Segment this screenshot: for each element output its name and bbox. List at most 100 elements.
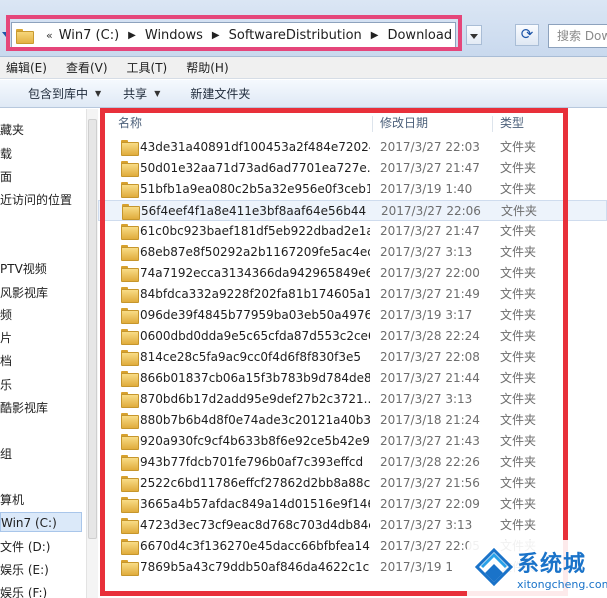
file-modified-date: 2017/3/18 21:24 xyxy=(380,413,480,427)
table-row[interactable]: 0600dbd0dda9e5c65cfda87d553c2ce6 2017/3/2… xyxy=(98,326,607,347)
column-header-type[interactable]: 类型 xyxy=(500,112,524,134)
table-row[interactable]: 814ce28c5fa9ac9cc0f4d6f8f830f3e5 2017/3/2… xyxy=(98,347,607,368)
table-row[interactable]: 880b7b6b4d8f0e74ade3c20121a40b37 2017/3/1… xyxy=(98,410,607,431)
nav-item-videos[interactable]: 频 xyxy=(0,305,12,325)
file-name: 6670d4c3f136270e45dacc66bfbfea14 xyxy=(140,539,370,553)
file-name: 61c0bc923baef181df5eb922dbad2e1a xyxy=(140,224,370,238)
file-modified-date: 2017/3/27 22:06 xyxy=(381,204,481,218)
folder-icon xyxy=(121,518,139,534)
chevron-right-icon[interactable]: ▶ xyxy=(128,30,136,41)
nav-item-drive-d[interactable]: 文件 (D:) xyxy=(0,537,50,557)
nav-item-baofeng-video-library[interactable]: 风影视库 xyxy=(0,283,48,303)
file-modified-date: 2017/3/27 21:44 xyxy=(380,371,480,385)
nav-item-documents[interactable]: 档 xyxy=(0,351,12,371)
breadcrumb-drive[interactable]: Win7 (C:) xyxy=(59,28,119,43)
nav-item-favorites[interactable]: 藏夹 xyxy=(0,120,24,140)
breadcrumb-windows[interactable]: Windows xyxy=(145,28,203,43)
column-header-row: 名称 修改日期 类型 xyxy=(98,112,607,134)
nav-scrollbar-thumb[interactable] xyxy=(88,119,97,539)
nav-item-music[interactable]: 乐 xyxy=(0,375,12,395)
file-type: 文件夹 xyxy=(500,392,537,406)
nav-item-recent-places[interactable]: 近访问的位置 xyxy=(0,190,72,210)
file-name: 74a7192ecca3134366da942965849e6a xyxy=(140,266,370,280)
file-name: 880b7b6b4d8f0e74ade3c20121a40b37 xyxy=(140,413,370,427)
nav-item-downloads[interactable]: 载 xyxy=(0,144,12,164)
table-row[interactable]: 43de31a40891df100453a2f484e72024 2017/3/2… xyxy=(98,137,607,158)
folder-icon xyxy=(121,350,139,366)
menu-help[interactable]: 帮助(H) xyxy=(180,59,228,76)
nav-item-homegroup[interactable]: 组 xyxy=(0,444,12,464)
nav-history-dropdown-icon[interactable] xyxy=(0,26,10,44)
new-folder-button[interactable]: 新建文件夹 xyxy=(190,85,250,102)
folder-icon xyxy=(121,413,139,429)
table-row[interactable]: 920a930fc9cf4b633b8f6e92ce5b42e9 2017/3/2… xyxy=(98,431,607,452)
file-name: 814ce28c5fa9ac9cc0f4d6f8f830f3e5 xyxy=(140,350,361,364)
address-history-dropdown[interactable] xyxy=(466,25,482,45)
nav-item-drive-f[interactable]: 娱乐 (F:) xyxy=(0,583,47,598)
table-row[interactable]: 68eb87e8f50292a2b1167209fe5ac4ed 2017/3/2… xyxy=(98,242,607,263)
file-name: 7869b5a43c79ddb50af846da4622c1ca xyxy=(140,560,370,574)
breadcrumb-download[interactable]: Download xyxy=(387,28,452,43)
include-in-library-button[interactable]: 包含到库中 ▼ xyxy=(28,85,101,102)
folder-icon xyxy=(121,182,139,198)
breadcrumb-softwaredistribution[interactable]: SoftwareDistribution xyxy=(229,28,362,43)
file-name: 51bfb1a9ea080c2b5a32e956e0f3ceb1 xyxy=(140,182,370,196)
nav-item-kugou-video-library[interactable]: 酷影视库 xyxy=(0,398,48,418)
table-row[interactable]: 866b01837cb06a15f3b783b9d784de89 2017/3/2… xyxy=(98,368,607,389)
nav-item-computer[interactable]: 算机 xyxy=(0,490,24,510)
nav-item-desktop[interactable]: 面 xyxy=(0,167,12,187)
address-bar[interactable]: « Win7 (C:) ▶ Windows ▶ SoftwareDistribu… xyxy=(11,22,456,48)
nav-item-drive-c[interactable]: Win7 (C:) xyxy=(0,512,82,532)
folder-icon xyxy=(121,329,139,345)
table-row[interactable]: 943b77fdcb701fe796b0af7c393effcd 2017/3/2… xyxy=(98,452,607,473)
file-modified-date: 2017/3/27 21:43 xyxy=(380,434,480,448)
file-name: 920a930fc9cf4b633b8f6e92ce5b42e9 xyxy=(140,434,370,448)
folder-icon xyxy=(121,392,139,408)
address-bar-strip: « Win7 (C:) ▶ Windows ▶ SoftwareDistribu… xyxy=(0,0,607,57)
file-type: 文件夹 xyxy=(500,518,537,532)
table-row[interactable]: 2522c6bd11786effcf27862d2bb8a88c 2017/3/2… xyxy=(98,473,607,494)
table-row[interactable]: 870bd6b17d2add95e9def27b2c3721... 2017/3/… xyxy=(98,389,607,410)
table-row[interactable]: 61c0bc923baef181df5eb922dbad2e1a 2017/3/2… xyxy=(98,221,607,242)
table-row[interactable]: 3665a4b57afdac849a14d01516e9f146 2017/3/2… xyxy=(98,494,607,515)
menu-tools[interactable]: 工具(T) xyxy=(121,59,168,76)
table-row[interactable]: 84bfdca332a9228f202fa81b174605a1 2017/3/2… xyxy=(98,284,607,305)
table-row[interactable]: 51bfb1a9ea080c2b5a32e956e0f3ceb1 2017/3/1… xyxy=(98,179,607,200)
column-header-name[interactable]: 名称 xyxy=(118,112,142,134)
menu-edit[interactable]: 编辑(E) xyxy=(0,59,47,76)
table-row[interactable]: 56f4eef4f1a8e411e3bf8aaf64e56b44 2017/3/2… xyxy=(98,200,607,221)
menu-view[interactable]: 查看(V) xyxy=(60,59,108,76)
folder-icon xyxy=(121,140,139,156)
table-row[interactable]: 096de39f4845b77959ba03eb50a49761 2017/3/1… xyxy=(98,305,607,326)
column-divider[interactable] xyxy=(492,116,493,132)
file-type: 文件夹 xyxy=(500,245,537,259)
table-row[interactable]: 74a7192ecca3134366da942965849e6a 2017/3/2… xyxy=(98,263,607,284)
chevron-right-icon[interactable]: ▶ xyxy=(371,30,379,41)
file-modified-date: 2017/3/27 22:00 xyxy=(380,266,480,280)
table-row[interactable]: 4723d3ec73cf9eac8d768c703d4db84c 2017/3/2… xyxy=(98,515,607,536)
column-divider[interactable] xyxy=(372,116,373,132)
search-input[interactable]: 搜索 Dow xyxy=(548,24,607,48)
file-modified-date: 2017/3/28 22:26 xyxy=(380,455,480,469)
nav-scrollbar[interactable] xyxy=(86,109,98,598)
file-modified-date: 2017/3/28 22:24 xyxy=(380,329,480,343)
table-row[interactable]: 50d01e32aa71d73ad6ad7701ea727e... 2017/3/… xyxy=(98,158,607,179)
share-button[interactable]: 共享 ▼ xyxy=(123,85,160,102)
refresh-icon[interactable]: ⟳ xyxy=(515,24,539,46)
file-type: 文件夹 xyxy=(500,287,537,301)
file-name: 43de31a40891df100453a2f484e72024 xyxy=(140,140,370,154)
chevron-right-icon[interactable]: ▶ xyxy=(212,30,220,41)
folder-icon xyxy=(121,434,139,450)
watermark-brand: 系统城 xyxy=(517,552,587,577)
file-type: 文件夹 xyxy=(500,413,537,427)
folder-icon xyxy=(121,245,139,261)
column-header-date[interactable]: 修改日期 xyxy=(380,112,428,134)
folder-icon xyxy=(121,539,139,555)
chevron-down-icon: ▼ xyxy=(95,89,102,98)
nav-item-pictures[interactable]: 片 xyxy=(0,328,12,348)
file-name: 943b77fdcb701fe796b0af7c393effcd xyxy=(140,455,364,469)
breadcrumb-overflow-icon[interactable]: « xyxy=(46,29,53,42)
file-modified-date: 2017/3/27 21:56 xyxy=(380,476,480,490)
nav-item-pptv-video[interactable]: PTV视频 xyxy=(0,259,47,279)
nav-item-drive-e[interactable]: 娱乐 (E:) xyxy=(0,560,49,580)
